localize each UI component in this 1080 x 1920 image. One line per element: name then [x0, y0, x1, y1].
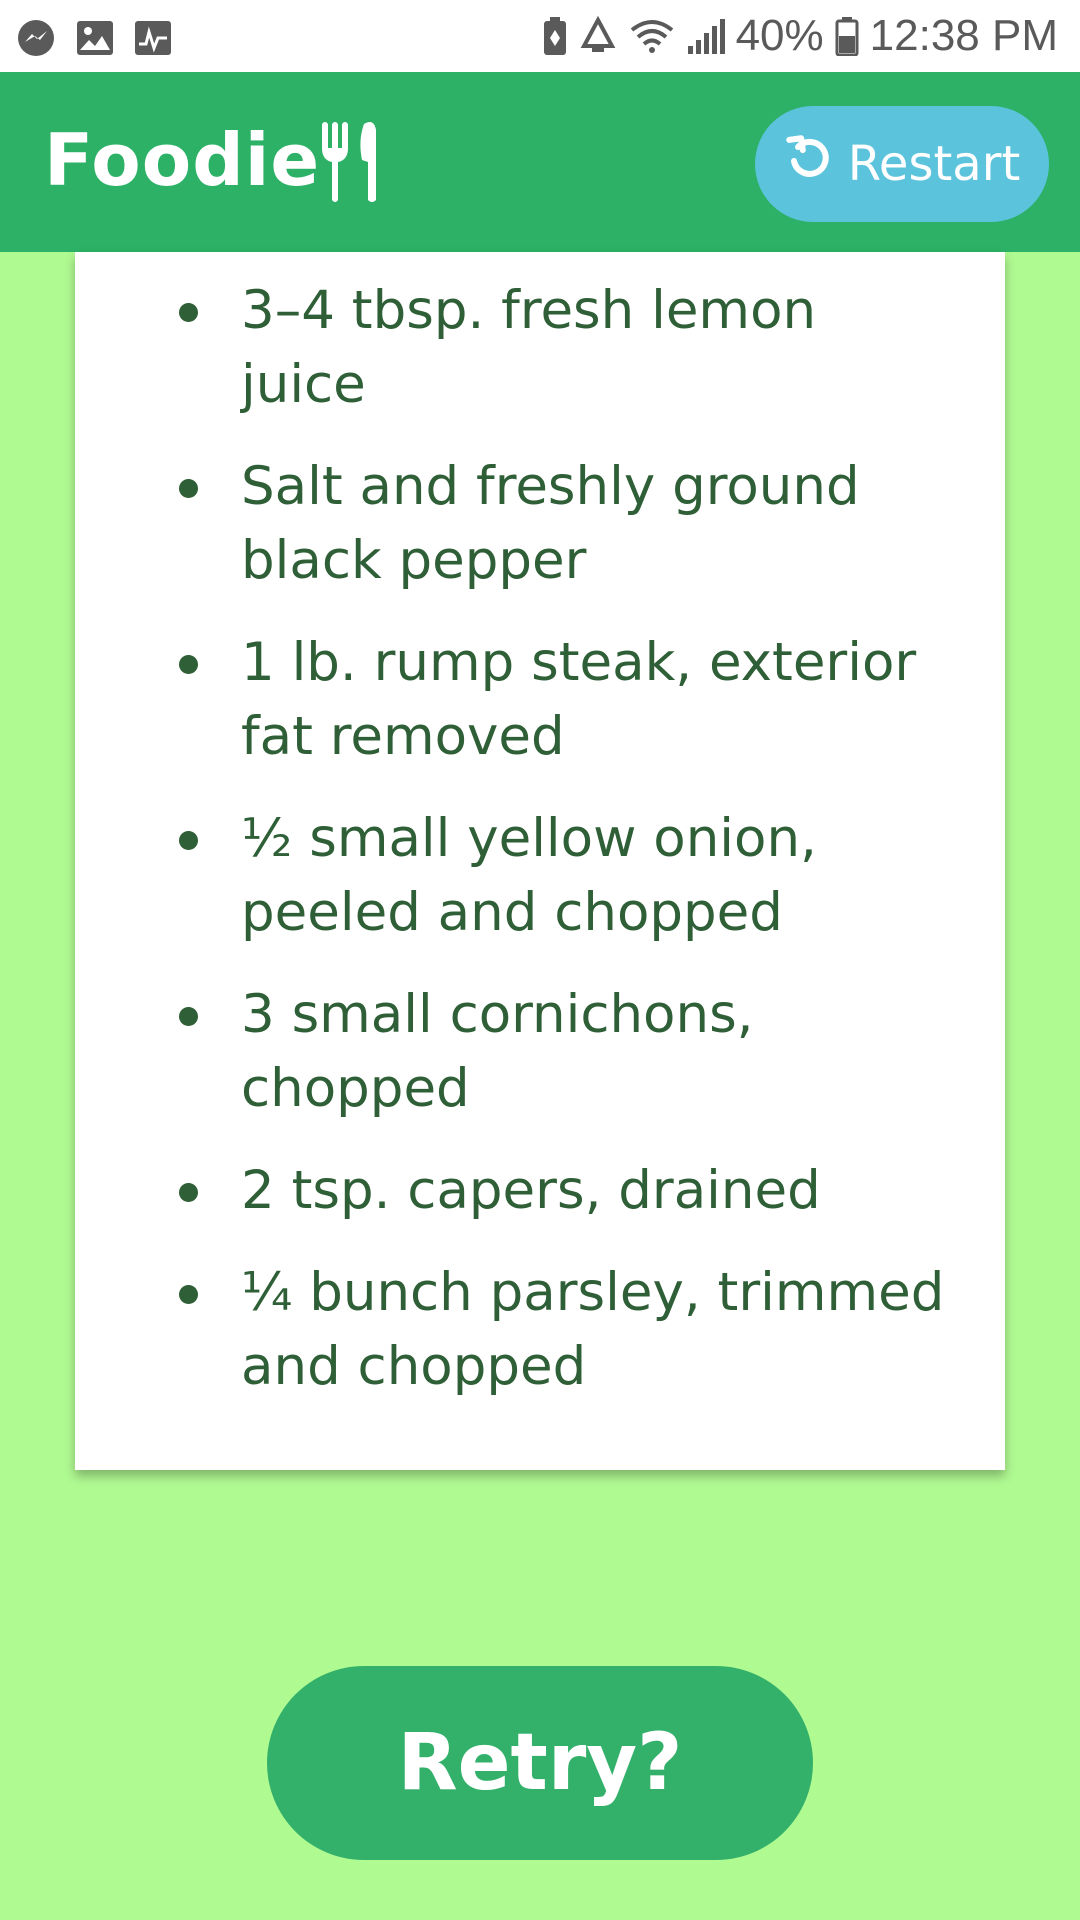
list-item: 3 small cornichons, chopped — [75, 978, 1005, 1126]
restart-button[interactable]: Restart — [755, 106, 1049, 222]
activity-icon — [134, 20, 172, 56]
image-icon — [76, 20, 114, 56]
app-bar: Foodie Restart — [0, 72, 1080, 252]
list-item: ¼ bunch parsley, trimmed and chopped — [75, 1256, 1005, 1404]
ingredient-text: 3–4 tbsp. fresh lemon juice — [241, 280, 817, 415]
list-item: 2 tsp. capers, drained — [75, 1154, 1005, 1228]
bullet-icon — [179, 831, 198, 850]
ingredient-text: ½ small yellow onion, peeled and chopped — [241, 808, 817, 943]
wifi-icon — [628, 16, 676, 56]
list-item: 1 lb. rump steak, exterior fat removed — [75, 626, 1005, 774]
ingredient-text: 2 tsp. capers, drained — [241, 1160, 821, 1221]
list-item: ½ small yellow onion, peeled and chopped — [75, 802, 1005, 950]
ingredient-text: ¼ bunch parsley, trimmed and chopped — [241, 1262, 945, 1397]
retry-button[interactable]: Retry? — [267, 1666, 813, 1860]
ingredient-text: 3 small cornichons, chopped — [241, 984, 754, 1119]
bullet-icon — [179, 1007, 198, 1026]
restart-icon — [784, 133, 834, 195]
bullet-icon — [179, 1183, 198, 1202]
messenger-icon — [16, 18, 56, 58]
ingredients-card: 3–4 tbsp. fresh lemon juice Salt and fre… — [75, 252, 1005, 1470]
restart-label: Restart — [847, 136, 1021, 192]
list-item: 3–4 tbsp. fresh lemon juice — [75, 274, 1005, 422]
battery-percent: 40% — [735, 11, 824, 60]
fork-knife-icon — [318, 120, 384, 208]
app-title: Foodie — [44, 118, 321, 202]
battery-saver-icon — [542, 16, 568, 56]
list-item: Salt and freshly ground black pepper — [75, 450, 1005, 598]
ingredient-text: 1 lb. rump steak, exterior fat removed — [241, 632, 917, 767]
bullet-icon — [179, 1285, 198, 1304]
bullet-icon — [179, 303, 198, 322]
ingredients-list: 3–4 tbsp. fresh lemon juice Salt and fre… — [75, 274, 1005, 1432]
status-bar: 40% 12:38 PM — [0, 0, 1080, 72]
battery-icon — [834, 16, 860, 56]
clock: 12:38 PM — [869, 11, 1058, 60]
signal-icon — [686, 16, 726, 56]
bullet-icon — [179, 655, 198, 674]
ingredient-text: Salt and freshly ground black pepper — [241, 456, 860, 591]
bullet-icon — [179, 479, 198, 498]
recycle-icon — [578, 16, 618, 56]
